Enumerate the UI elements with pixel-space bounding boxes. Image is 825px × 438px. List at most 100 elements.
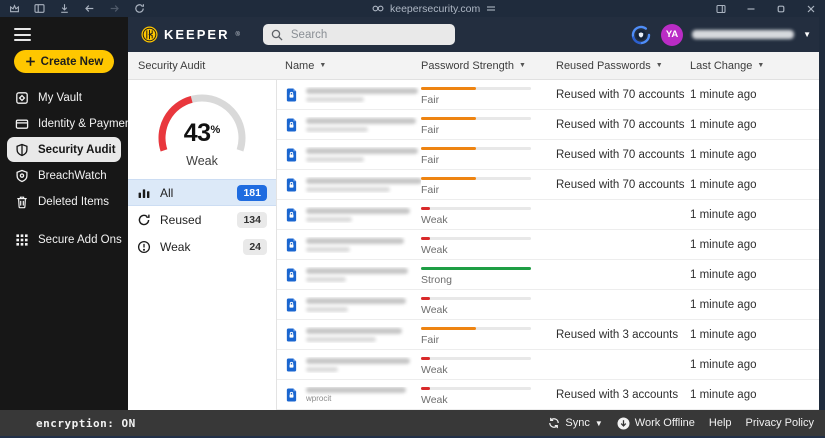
record-name-cell: wprocit <box>285 387 421 403</box>
encryption-status: encryption: ON <box>36 416 136 430</box>
avatar[interactable]: YA <box>661 23 684 46</box>
sidebar-item-security-audit[interactable]: Security Audit <box>7 137 121 162</box>
keeper-app-window: keepersecurity.com Create New My Vault I… <box>0 0 825 438</box>
sidebar-item-label: Secure Add Ons <box>38 233 122 246</box>
record-subtitle-redacted <box>306 336 376 342</box>
record-name-cell <box>285 327 421 343</box>
record-name-redacted <box>306 147 418 154</box>
table-row[interactable]: Strong 1 minute ago <box>277 260 819 290</box>
sort-caret-icon: ▼ <box>518 62 526 69</box>
table-row[interactable]: Fair Reused with 3 accounts 1 minute ago <box>277 320 819 350</box>
refresh-icon[interactable] <box>134 3 145 14</box>
work-offline-button[interactable]: Work Offline <box>617 417 695 430</box>
sidebar-item-breachwatch[interactable]: BreachWatch <box>7 163 121 188</box>
table-row[interactable]: wprocit Weak Reused with 3 accounts 1 mi… <box>277 380 819 410</box>
search-box[interactable] <box>262 24 455 45</box>
table-row[interactable]: Weak 1 minute ago <box>277 200 819 230</box>
help-link[interactable]: Help <box>709 417 732 429</box>
restore-button[interactable] <box>775 3 786 14</box>
column-header-reused-passwords[interactable]: Reused Passwords ▼ <box>556 60 690 72</box>
strength-bar-track <box>421 356 531 360</box>
back-icon[interactable] <box>84 3 95 14</box>
security-score-gauge: 43% <box>150 92 254 158</box>
titlebar: keepersecurity.com <box>0 0 825 17</box>
strength-label: Fair <box>421 153 440 166</box>
plus-icon <box>25 57 35 66</box>
forward-icon[interactable] <box>109 3 120 14</box>
swap-icon[interactable] <box>486 4 496 13</box>
strength-bar-fill <box>421 116 476 120</box>
content-header-strip: Security Audit Name ▼ Password Strength ▼ Re… <box>128 52 825 80</box>
audit-filter-all[interactable]: All 181 <box>128 179 276 206</box>
window-frame-right <box>819 17 825 410</box>
filter-count-badge: 134 <box>237 211 267 228</box>
table-row[interactable]: Weak 1 minute ago <box>277 230 819 260</box>
record-name-redacted <box>306 327 402 334</box>
app-emblem-icon <box>9 3 20 14</box>
document-lock-icon <box>285 357 298 373</box>
column-header-label: Reused Passwords <box>556 59 651 72</box>
account-email-redacted[interactable] <box>692 30 795 39</box>
sync-status-icon[interactable] <box>630 24 652 46</box>
table-row[interactable]: Fair Reused with 70 accounts 1 minute ag… <box>277 80 819 110</box>
sync-button[interactable]: Sync ▼ <box>548 417 603 429</box>
search-input[interactable] <box>288 27 447 42</box>
sidebar-item-deleted-items[interactable]: Deleted Items <box>7 189 121 214</box>
sidebar-item-identity-payments[interactable]: Identity & Payments <box>7 111 140 136</box>
account-menu-caret-icon[interactable]: ▼ <box>803 30 811 39</box>
strength-bar-track <box>421 296 531 300</box>
titlebar-left-controls <box>0 3 145 14</box>
strength-bar-track <box>421 326 531 330</box>
document-lock-icon <box>285 87 298 103</box>
last-change-cell: 1 minute ago <box>690 208 757 221</box>
address-bar[interactable]: keepersecurity.com <box>372 0 496 17</box>
strength-label: Weak <box>421 243 448 256</box>
secure-link-icon <box>372 4 384 13</box>
table-column-headers: Name ▼ Password Strength ▼ Reused Passwords ▼… <box>277 60 825 72</box>
reused-icon <box>137 213 151 227</box>
table-row[interactable]: Fair Reused with 70 accounts 1 minute ag… <box>277 170 819 200</box>
password-strength-cell: Fair <box>421 114 556 136</box>
sidebar-item-secure-add-ons[interactable]: Secure Add Ons <box>7 227 122 252</box>
record-subtitle-redacted <box>306 156 364 162</box>
table-row[interactable]: Fair Reused with 70 accounts 1 minute ag… <box>277 110 819 140</box>
document-lock-icon <box>285 177 298 193</box>
download-icon[interactable] <box>59 3 70 14</box>
records-table: Fair Reused with 70 accounts 1 minute ag… <box>277 80 819 410</box>
close-button[interactable] <box>805 3 816 14</box>
side-panel-toggle-icon[interactable] <box>34 3 45 14</box>
sidebar-item-label: Identity & Payments <box>38 117 141 130</box>
search-icon <box>271 29 283 41</box>
column-header-password-strength[interactable]: Password Strength ▼ <box>421 60 556 72</box>
reused-passwords-cell: Reused with 70 accounts <box>556 88 685 101</box>
column-header-last-change[interactable]: Last Change ▼ <box>690 60 825 72</box>
audit-filter-list: All 181 Reused 134 Weak 24 <box>128 179 276 260</box>
record-subtitle-redacted <box>306 366 338 372</box>
keeper-logo-icon <box>141 26 158 43</box>
sidebar-item-my-vault[interactable]: My Vault <box>7 85 121 110</box>
document-lock-icon <box>285 117 298 133</box>
column-header-name[interactable]: Name ▼ <box>285 60 421 72</box>
work-offline-label: Work Offline <box>634 417 695 429</box>
minimize-button[interactable] <box>745 3 756 14</box>
audit-filter-reused[interactable]: Reused 134 <box>128 206 276 233</box>
panel-right-icon[interactable] <box>715 3 726 14</box>
last-change-cell: 1 minute ago <box>690 178 757 191</box>
breachwatch-icon <box>15 169 29 183</box>
record-name-redacted <box>306 237 404 244</box>
strength-bar-fill <box>421 356 430 360</box>
last-change-cell: 1 minute ago <box>690 238 757 251</box>
sidebar-menu: My Vault Identity & Payments Security Audi… <box>0 85 140 252</box>
privacy-policy-link[interactable]: Privacy Policy <box>746 417 814 429</box>
grid-icon <box>15 233 29 247</box>
create-new-button[interactable]: Create New <box>14 50 114 73</box>
table-row[interactable]: Weak 1 minute ago <box>277 290 819 320</box>
record-name-cell <box>285 207 421 223</box>
statusbar: encryption: ON Sync ▼ Work Offline Help <box>0 410 825 436</box>
table-row[interactable]: Weak 1 minute ago <box>277 350 819 380</box>
strength-bar-track <box>421 386 531 390</box>
column-header-label: Name <box>285 59 315 72</box>
audit-filter-weak[interactable]: Weak 24 <box>128 233 276 260</box>
table-row[interactable]: Fair Reused with 70 accounts 1 minute ag… <box>277 140 819 170</box>
hamburger-menu-icon[interactable] <box>14 28 31 41</box>
